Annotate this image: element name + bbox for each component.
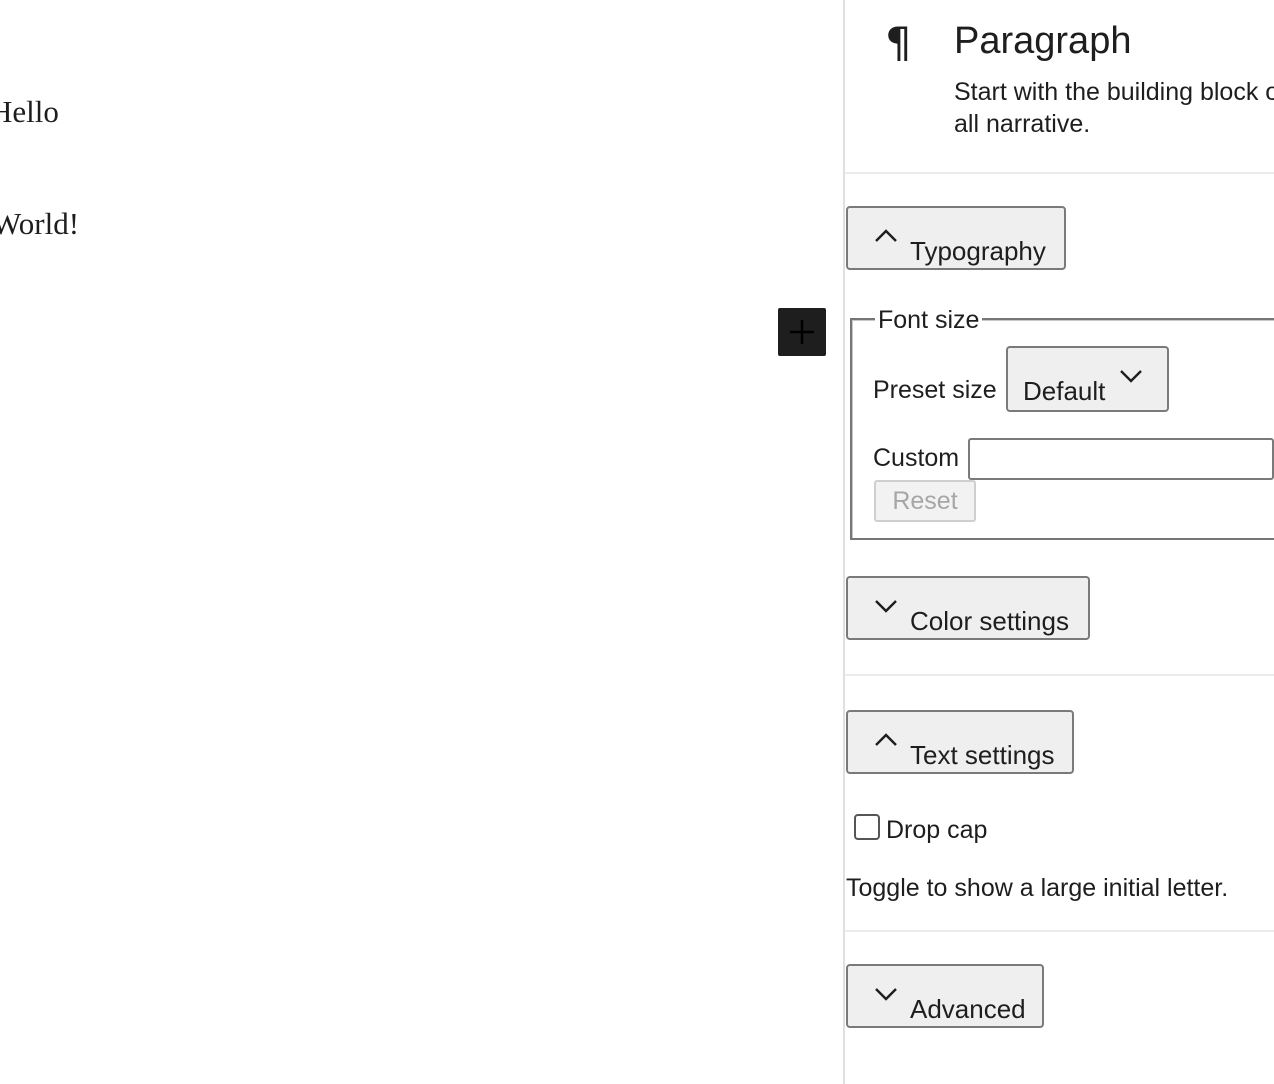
block-inserter-button[interactable] [778,308,826,356]
advanced-panel-toggle[interactable]: Advanced [846,964,1044,1028]
custom-size-input[interactable] [968,438,1274,480]
reset-button[interactable]: Reset [874,480,976,522]
chevron-up-icon [875,229,897,242]
plus-icon [790,320,814,344]
font-size-legend: Font size [875,306,983,335]
drop-cap-label[interactable]: Drop cap [886,816,987,845]
chevron-down-icon [875,600,897,613]
advanced-label: Advanced [910,994,1026,1024]
typography-label: Typography [910,236,1046,266]
drop-cap-help-text: Toggle to show a large initial letter. [846,874,1229,902]
chevron-down-icon [1120,370,1142,383]
preset-size-select[interactable]: Default [1006,346,1169,412]
block-card: ¶ Paragraph Start with the building bloc… [845,0,1274,174]
drop-cap-checkbox[interactable] [854,814,880,840]
block-title: Paragraph [954,20,1132,62]
color-settings-panel-toggle[interactable]: Color settings [846,576,1090,640]
chevron-up-icon [875,733,897,746]
preset-size-value: Default [1023,376,1106,406]
custom-size-label: Custom [873,444,960,472]
paragraph-icon: ¶ [885,18,912,67]
chevron-down-icon [875,988,897,1001]
panel-divider [845,674,1274,676]
paragraph-block-world[interactable]: World! [0,206,79,242]
typography-panel-toggle[interactable]: Typography [846,206,1066,270]
block-settings-sidebar: ¶ Paragraph Start with the building bloc… [843,0,1274,1084]
paragraph-block-hello[interactable]: Hello [0,94,59,130]
color-settings-label: Color settings [910,606,1069,636]
preset-size-label: Preset size [873,376,997,404]
editor-canvas: Hello World! [0,0,843,1084]
text-settings-panel-toggle[interactable]: Text settings [846,710,1074,774]
block-description: Start with the building block of all nar… [954,78,1274,138]
text-settings-label: Text settings [910,740,1055,770]
panel-divider [845,930,1274,932]
